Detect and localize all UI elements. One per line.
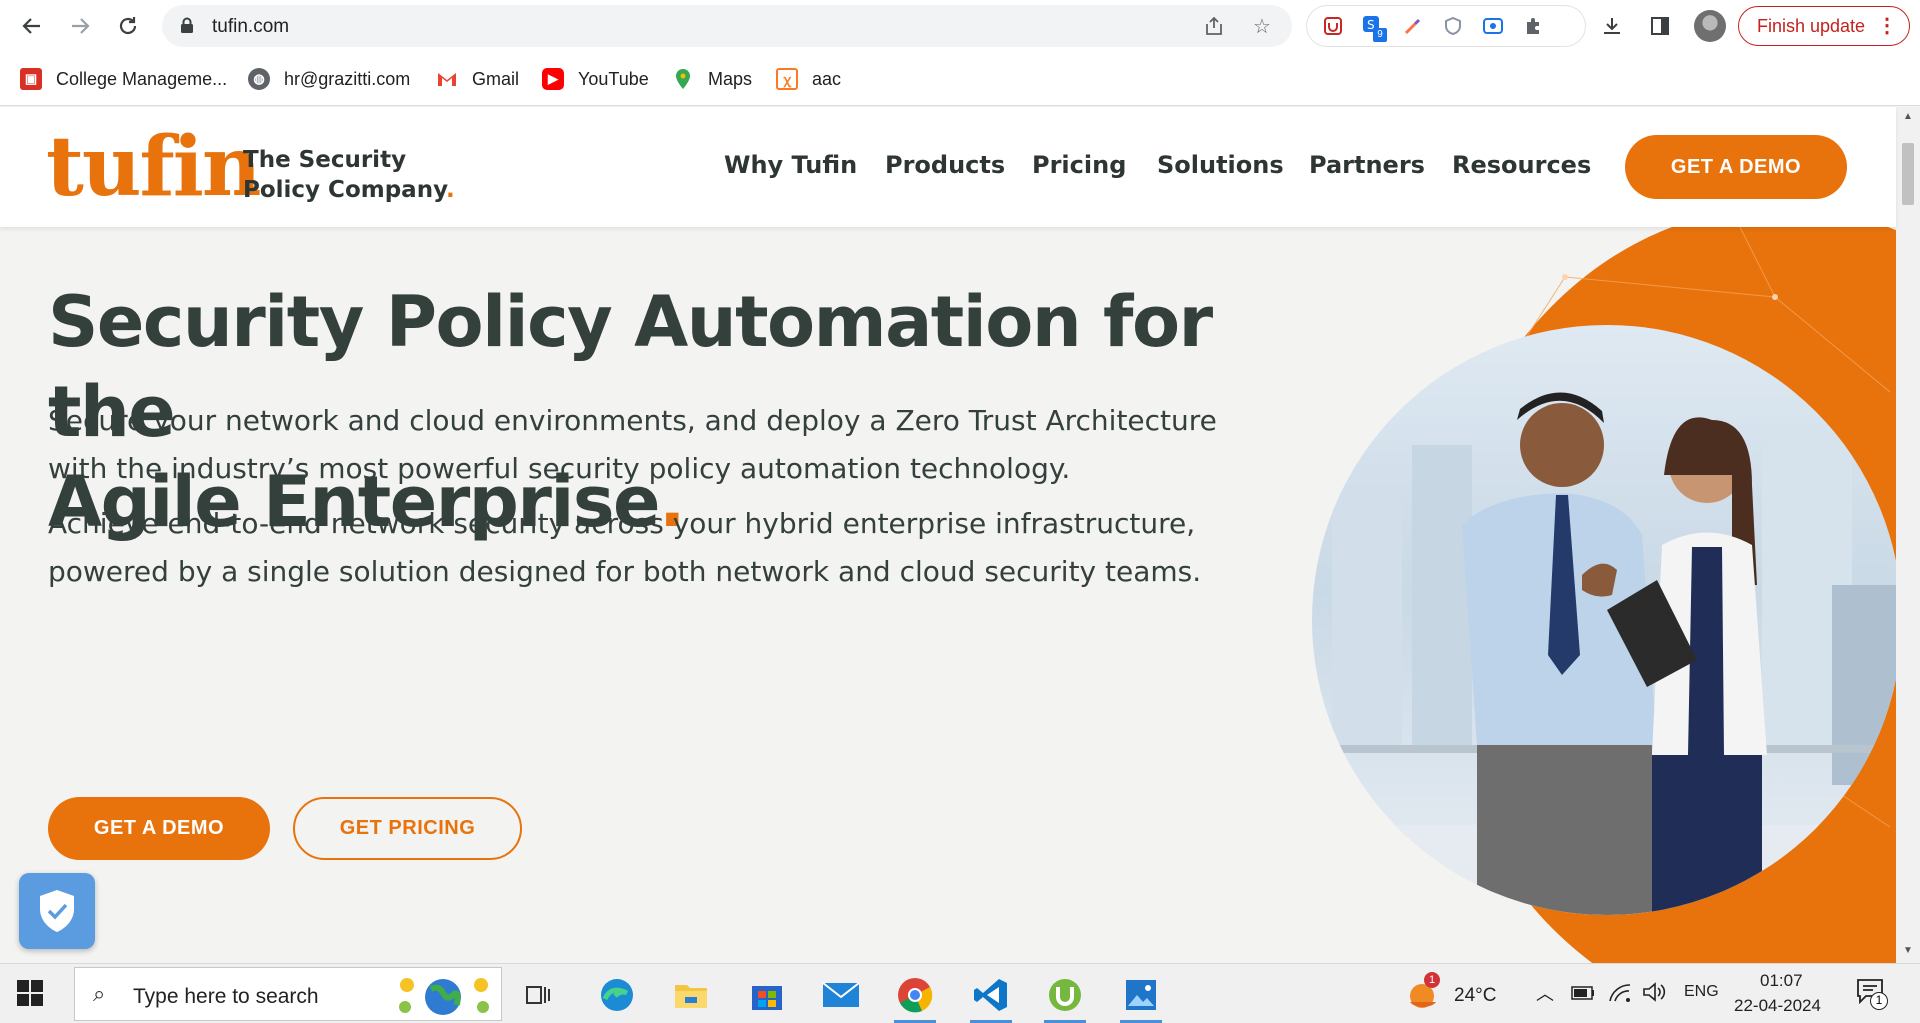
logo-tagline: The Security Policy Company. xyxy=(243,145,455,205)
tagline-line-2: Policy Company xyxy=(243,177,446,203)
notifications-button[interactable]: 1 xyxy=(1856,978,1890,1012)
bookmark-gmail[interactable]: Gmail xyxy=(436,66,519,92)
extension-shield-grey-icon[interactable] xyxy=(1441,14,1465,38)
hero-get-demo-button[interactable]: GET A DEMO xyxy=(48,797,270,860)
nav-why-tufin[interactable]: Why Tufin xyxy=(724,151,857,179)
extension-blue-badge-icon[interactable]: S 9 xyxy=(1361,14,1387,42)
gmail-icon xyxy=(436,68,458,90)
bookmark-youtube[interactable]: ▶ YouTube xyxy=(542,66,649,92)
weather-temperature: 24°C xyxy=(1454,985,1497,1006)
nav-solutions[interactable]: Solutions xyxy=(1157,151,1284,179)
battery-icon[interactable] xyxy=(1571,986,1595,1000)
nav-resources[interactable]: Resources xyxy=(1452,151,1591,179)
bookmark-star-icon[interactable]: ☆ xyxy=(1250,14,1274,38)
extension-shield-red-icon[interactable] xyxy=(1321,14,1345,38)
photos-icon[interactable] xyxy=(1118,972,1164,1023)
microsoft-store-icon[interactable] xyxy=(744,972,790,1018)
share-icon[interactable] xyxy=(1202,14,1226,38)
nav-pricing[interactable]: Pricing xyxy=(1032,151,1126,179)
clock-date[interactable]: 22-04-2024 xyxy=(1734,996,1821,1016)
forward-icon[interactable] xyxy=(62,8,98,44)
mail-icon[interactable] xyxy=(818,972,864,1018)
edge-icon[interactable] xyxy=(594,972,640,1018)
search-icon: ⌕ xyxy=(93,981,106,1006)
screen-record-icon[interactable] xyxy=(1481,14,1505,38)
xampp-icon: ꭓ xyxy=(776,68,798,90)
vscode-icon[interactable] xyxy=(968,972,1014,1023)
lock-icon[interactable] xyxy=(180,17,194,33)
bookmarks-bar: ▣ College Manageme... ◍ hr@grazitti.com … xyxy=(0,52,1920,106)
header-get-demo-button[interactable]: GET A DEMO xyxy=(1625,135,1847,199)
tufin-logo[interactable]: tufin xyxy=(46,117,262,217)
reload-icon[interactable] xyxy=(110,8,146,44)
bookmark-label: YouTube xyxy=(578,68,649,89)
hero-get-pricing-button[interactable]: GET PRICING xyxy=(293,797,522,860)
hero-paragraph-2: Achieve end-to-end network security acro… xyxy=(48,507,1202,588)
bookmark-hr-email[interactable]: ◍ hr@grazitti.com xyxy=(248,66,410,92)
weather-alert-badge: 1 xyxy=(1424,972,1440,988)
utorrent-icon[interactable] xyxy=(1042,972,1088,1023)
taskbar-search-box[interactable]: ⌕ Type here to search xyxy=(74,967,502,1021)
nav-products[interactable]: Products xyxy=(885,151,1005,179)
hero-section: Security Policy Automation for the Agile… xyxy=(0,227,1896,963)
bookmark-maps[interactable]: Maps xyxy=(672,66,752,92)
nav-partners[interactable]: Partners xyxy=(1309,151,1425,179)
bookmark-label: aac xyxy=(812,68,842,89)
bookmark-label: Maps xyxy=(708,68,753,89)
bookmark-label: hr@grazitti.com xyxy=(284,68,411,89)
youtube-icon: ▶ xyxy=(542,68,564,90)
windows-start-icon[interactable] xyxy=(16,979,44,1007)
extensions-puzzle-icon[interactable] xyxy=(1521,14,1545,38)
file-explorer-icon[interactable] xyxy=(668,972,714,1018)
show-hidden-icons-icon[interactable]: ︿ xyxy=(1536,980,1554,1006)
browser-toolbar: tufin.com ☆ S 9 Finish update ⋮ xyxy=(0,0,1920,52)
windows-taskbar: ⌕ Type here to search 1 24°C ︿ ENG 01:07… xyxy=(0,963,1920,1023)
shield-check-icon xyxy=(40,890,74,932)
bookmark-college[interactable]: ▣ College Manageme... xyxy=(20,66,227,92)
globe-icon: ◍ xyxy=(248,68,270,90)
bookmark-aac[interactable]: ꭓ aac xyxy=(776,66,841,92)
profile-avatar[interactable] xyxy=(1694,10,1726,42)
more-menu-icon[interactable]: ⋮ xyxy=(1877,13,1897,39)
finish-update-label: Finish update xyxy=(1757,15,1866,36)
side-panel-icon[interactable] xyxy=(1646,12,1674,40)
color-picker-icon[interactable] xyxy=(1401,14,1425,38)
site-header: tufin The Security Policy Company. Why T… xyxy=(0,107,1896,227)
page-scrollbar[interactable]: ▲ ▼ xyxy=(1896,107,1920,963)
maps-icon xyxy=(672,68,694,90)
hero-photo-business-people xyxy=(1312,325,1896,915)
hero-paragraph-1: Secure your network and cloud environmen… xyxy=(48,404,1217,485)
tagline-line-1: The Security xyxy=(243,147,407,173)
extensions-area: S 9 xyxy=(1306,5,1586,47)
bookmark-label: College Manageme... xyxy=(56,68,228,89)
downloads-icon[interactable] xyxy=(1598,12,1626,40)
tagline-dot: . xyxy=(445,177,455,203)
weather-widget[interactable]: 1 24°C xyxy=(1406,972,1502,1014)
notification-count-badge: 1 xyxy=(1870,992,1888,1010)
finish-update-button[interactable]: Finish update ⋮ xyxy=(1738,6,1910,46)
clock-time[interactable]: 01:07 xyxy=(1760,971,1803,991)
chrome-icon[interactable] xyxy=(892,972,938,1023)
scroll-up-arrow-icon[interactable]: ▲ xyxy=(1902,111,1914,123)
scrollbar-thumb[interactable] xyxy=(1902,143,1914,205)
college-icon: ▣ xyxy=(20,68,42,90)
input-language[interactable]: ENG xyxy=(1684,983,1719,1001)
privacy-shield-widget[interactable] xyxy=(19,873,95,949)
wifi-icon[interactable] xyxy=(1608,981,1632,1003)
back-icon[interactable] xyxy=(14,8,50,44)
volume-icon[interactable] xyxy=(1642,981,1668,1003)
taskbar-search-placeholder: Type here to search xyxy=(133,985,319,1008)
url-text[interactable]: tufin.com xyxy=(212,16,289,38)
earth-day-globe-icon xyxy=(399,978,489,1015)
address-bar[interactable]: tufin.com ☆ xyxy=(162,5,1292,47)
scroll-down-arrow-icon[interactable]: ▼ xyxy=(1902,945,1914,957)
extension-badge-count: 9 xyxy=(1373,28,1387,42)
bookmark-label: Gmail xyxy=(472,68,520,89)
task-view-icon[interactable] xyxy=(516,972,562,1018)
